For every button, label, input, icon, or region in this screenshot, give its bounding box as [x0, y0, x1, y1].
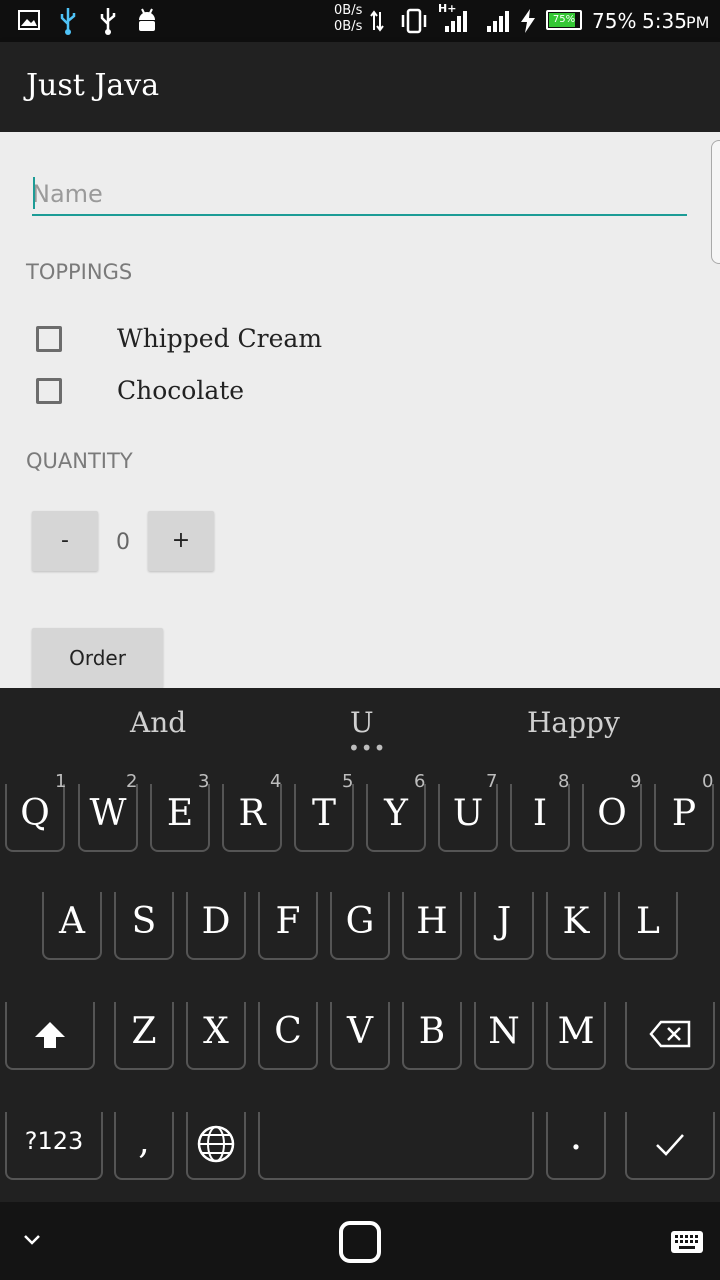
edge-panel-handle[interactable]	[711, 140, 720, 264]
period-key[interactable]: .	[546, 1112, 606, 1180]
increment-button[interactable]: +	[148, 511, 214, 571]
key-z[interactable]: Z	[114, 1002, 174, 1070]
key-u[interactable]: U	[438, 784, 498, 852]
order-button[interactable]: Order	[32, 628, 163, 688]
battery-icon: 75%	[546, 10, 582, 30]
key-hint-4: 4	[270, 771, 282, 792]
key-m[interactable]: M	[546, 1002, 606, 1070]
key-a[interactable]: A	[42, 892, 102, 960]
key-p[interactable]: P	[654, 784, 714, 852]
usb-debug-icon	[100, 8, 116, 35]
hide-keyboard-chevron-down-icon[interactable]	[22, 1233, 42, 1247]
charging-icon	[521, 9, 535, 33]
key-hint-9: 9	[630, 771, 642, 792]
whipped-cream-checkbox[interactable]	[36, 326, 62, 352]
key-hint-0: 0	[702, 771, 714, 792]
key-x[interactable]: X	[186, 1002, 246, 1070]
key-o[interactable]: O	[582, 784, 642, 852]
enter-key[interactable]	[625, 1112, 715, 1180]
key-b[interactable]: B	[402, 1002, 462, 1070]
key-e[interactable]: E	[150, 784, 210, 852]
key-q[interactable]: Q	[5, 784, 65, 852]
battery-icon-text: 75%	[552, 14, 576, 25]
decrement-button[interactable]: -	[32, 511, 98, 571]
shift-key[interactable]	[5, 1002, 95, 1070]
key-d[interactable]: D	[186, 892, 246, 960]
suggestion-1[interactable]: And	[130, 706, 186, 739]
shift-arrow-icon	[35, 1022, 65, 1048]
key-hint-8: 8	[558, 771, 570, 792]
battery-percent: 75%	[592, 9, 637, 33]
key-c[interactable]: C	[258, 1002, 318, 1070]
text-cursor	[33, 177, 35, 209]
backspace-key[interactable]	[625, 1002, 715, 1070]
comma-key[interactable]: ,	[114, 1112, 174, 1180]
navigation-bar	[0, 1202, 720, 1280]
whipped-cream-label[interactable]: Whipped Cream	[117, 324, 322, 353]
clock-ampm: PM	[686, 13, 710, 32]
key-j[interactable]: J	[474, 892, 534, 960]
home-button-icon[interactable]	[337, 1219, 383, 1265]
key-hint-3: 3	[198, 771, 210, 792]
signal-icon-sim2	[487, 11, 509, 32]
more-suggestions-icon[interactable]: •••	[348, 736, 386, 760]
app-title: Just Java	[26, 68, 160, 103]
key-k[interactable]: K	[546, 892, 606, 960]
key-t[interactable]: T	[294, 784, 354, 852]
vibrate-icon	[401, 8, 427, 34]
suggestion-2[interactable]: U	[350, 706, 374, 739]
suggestion-3[interactable]: Happy	[527, 706, 620, 739]
gallery-notification-icon	[18, 10, 40, 30]
download-speed: 0B/s	[334, 19, 363, 34]
symbols-key[interactable]: ?123	[5, 1112, 103, 1180]
key-v[interactable]: V	[330, 1002, 390, 1070]
usb-icon	[60, 8, 76, 35]
key-y[interactable]: Y	[366, 784, 426, 852]
key-i[interactable]: I	[510, 784, 570, 852]
chocolate-label[interactable]: Chocolate	[117, 376, 244, 405]
key-f[interactable]: F	[258, 892, 318, 960]
order-form: TOPPINGS Whipped Cream Chocolate QUANTIT…	[0, 132, 720, 688]
key-h[interactable]: H	[402, 892, 462, 960]
backspace-icon	[649, 1020, 691, 1048]
quantity-value: 0	[116, 530, 130, 555]
clock-time: 5:35	[642, 9, 687, 33]
chocolate-checkbox[interactable]	[36, 378, 62, 404]
key-w[interactable]: W	[78, 784, 138, 852]
keyboard-switch-icon[interactable]	[670, 1230, 704, 1254]
name-input[interactable]	[32, 174, 687, 216]
soft-keyboard: And U ••• Happy Q W E R T Y U I O P 1 2 …	[0, 688, 720, 1202]
key-n[interactable]: N	[474, 1002, 534, 1070]
android-icon	[139, 8, 155, 31]
key-hint-6: 6	[414, 771, 426, 792]
data-transfer-icon	[370, 10, 384, 32]
key-hint-1: 1	[55, 771, 67, 792]
globe-icon	[197, 1125, 235, 1163]
key-g[interactable]: G	[330, 892, 390, 960]
key-hint-7: 7	[486, 771, 498, 792]
key-s[interactable]: S	[114, 892, 174, 960]
key-hint-2: 2	[126, 771, 138, 792]
key-r[interactable]: R	[222, 784, 282, 852]
network-speed: 0B/s 0B/s	[334, 3, 362, 35]
quantity-header: QUANTITY	[26, 449, 133, 473]
space-key[interactable]	[258, 1112, 534, 1180]
app-bar: Just Java	[0, 42, 720, 132]
language-key[interactable]	[186, 1112, 246, 1180]
checkmark-icon	[656, 1134, 684, 1156]
upload-speed: 0B/s	[334, 3, 363, 18]
key-l[interactable]: L	[618, 892, 678, 960]
status-bar: 0B/s 0B/s H+ 75% 75% 5:35 PM	[0, 0, 720, 42]
signal-icon-sim1	[445, 11, 467, 32]
key-hint-5: 5	[342, 771, 354, 792]
toppings-header: TOPPINGS	[26, 260, 133, 284]
